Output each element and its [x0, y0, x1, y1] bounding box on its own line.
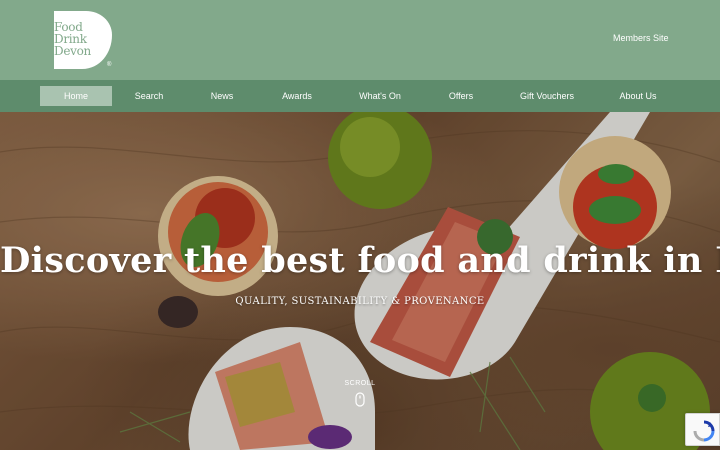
logo-wordmark: Food Drink Devon: [54, 21, 91, 57]
scroll-label[interactable]: SCROLL: [340, 380, 380, 387]
registered-mark: ®: [107, 62, 112, 68]
members-site-link[interactable]: Members Site: [613, 33, 669, 43]
nav-item-about-us[interactable]: About Us: [608, 86, 668, 106]
mouse-scroll-icon[interactable]: [355, 392, 365, 407]
nav-item-news[interactable]: News: [196, 86, 248, 106]
nav-item-home[interactable]: Home: [40, 86, 112, 106]
food-drink-devon-logo[interactable]: Food Drink Devon ®: [50, 7, 114, 71]
nav-item-search[interactable]: Search: [120, 86, 178, 106]
main-nav: Home Search News Awards What's On Offers…: [0, 80, 720, 112]
nav-item-gift-vouchers[interactable]: Gift Vouchers: [512, 86, 582, 106]
nav-item-awards[interactable]: Awards: [268, 86, 326, 106]
nav-item-whats-on[interactable]: What's On: [349, 86, 411, 106]
hero-title: Discover the best food and drink in Devo…: [0, 240, 720, 281]
recaptcha-badge[interactable]: [685, 413, 720, 446]
site-header: Food Drink Devon ® Members Site: [0, 0, 720, 80]
nav-item-offers[interactable]: Offers: [434, 86, 488, 106]
hero-banner: Discover the best food and drink in Devo…: [0, 112, 720, 450]
recaptcha-icon: [693, 420, 715, 442]
hero-subtitle: QUALITY, SUSTAINABILITY & PROVENANCE: [235, 296, 485, 307]
logo-line-3: Devon: [54, 44, 91, 58]
